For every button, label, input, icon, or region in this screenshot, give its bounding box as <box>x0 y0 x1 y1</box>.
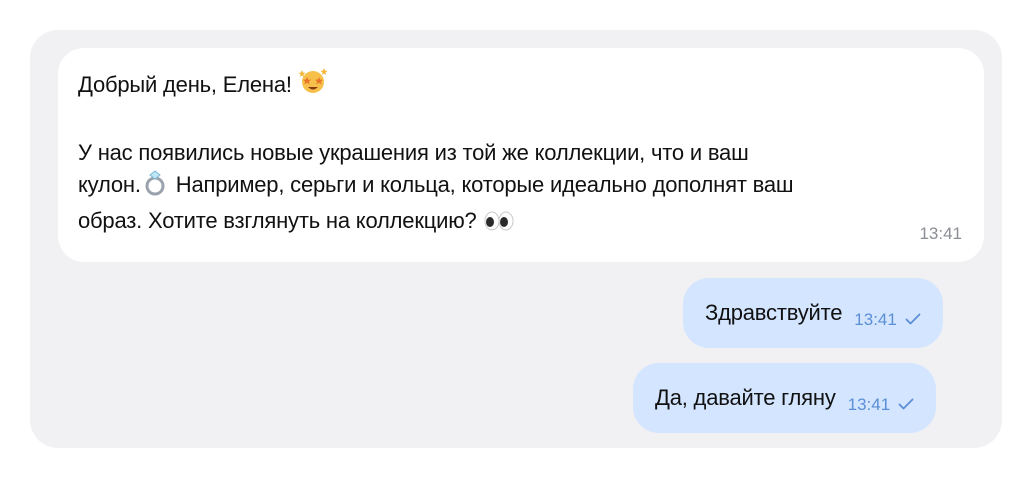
message-time: 13:41 <box>919 224 962 243</box>
message-line: У нас появились новые украшения из той ж… <box>78 140 749 165</box>
message-text: Да, давайте гляну <box>655 385 836 410</box>
message-line: образ. Хотите взглянуть на коллекцию? <box>78 205 964 241</box>
message-time: 13:41 <box>847 395 891 414</box>
star-struck-icon <box>298 66 328 105</box>
message-line: кулон. Например, серьги и кольца, которы… <box>78 169 964 205</box>
outgoing-message-bubble[interactable]: Здравствуйте 13:41 <box>683 278 943 348</box>
eyes-icon <box>483 209 515 241</box>
chat-panel: Добрый день, Елена! У нас появились новы… <box>30 30 1002 448</box>
sent-check-icon <box>898 389 914 421</box>
message-text-segment: образ. Хотите взглянуть на коллекцию? <box>78 208 477 233</box>
greeting-text: Добрый день, Елена! <box>78 72 292 97</box>
outgoing-message-bubble[interactable]: Да, давайте гляну 13:41 <box>633 363 937 433</box>
incoming-message-bubble[interactable]: Добрый день, Елена! У нас появились новы… <box>58 48 984 262</box>
message-text-segment: Например, серьги и кольца, которые идеал… <box>175 172 794 197</box>
message-meta: 13:41 <box>854 304 921 336</box>
message-time: 13:41 <box>854 310 897 329</box>
message-meta: 13:41 <box>848 389 915 421</box>
message-line: Добрый день, Елена! <box>78 66 964 105</box>
ring-icon <box>144 170 168 205</box>
message-text: Здравствуйте <box>705 300 843 325</box>
sent-check-icon <box>905 304 921 336</box>
message-text-segment: кулон. <box>78 172 141 197</box>
